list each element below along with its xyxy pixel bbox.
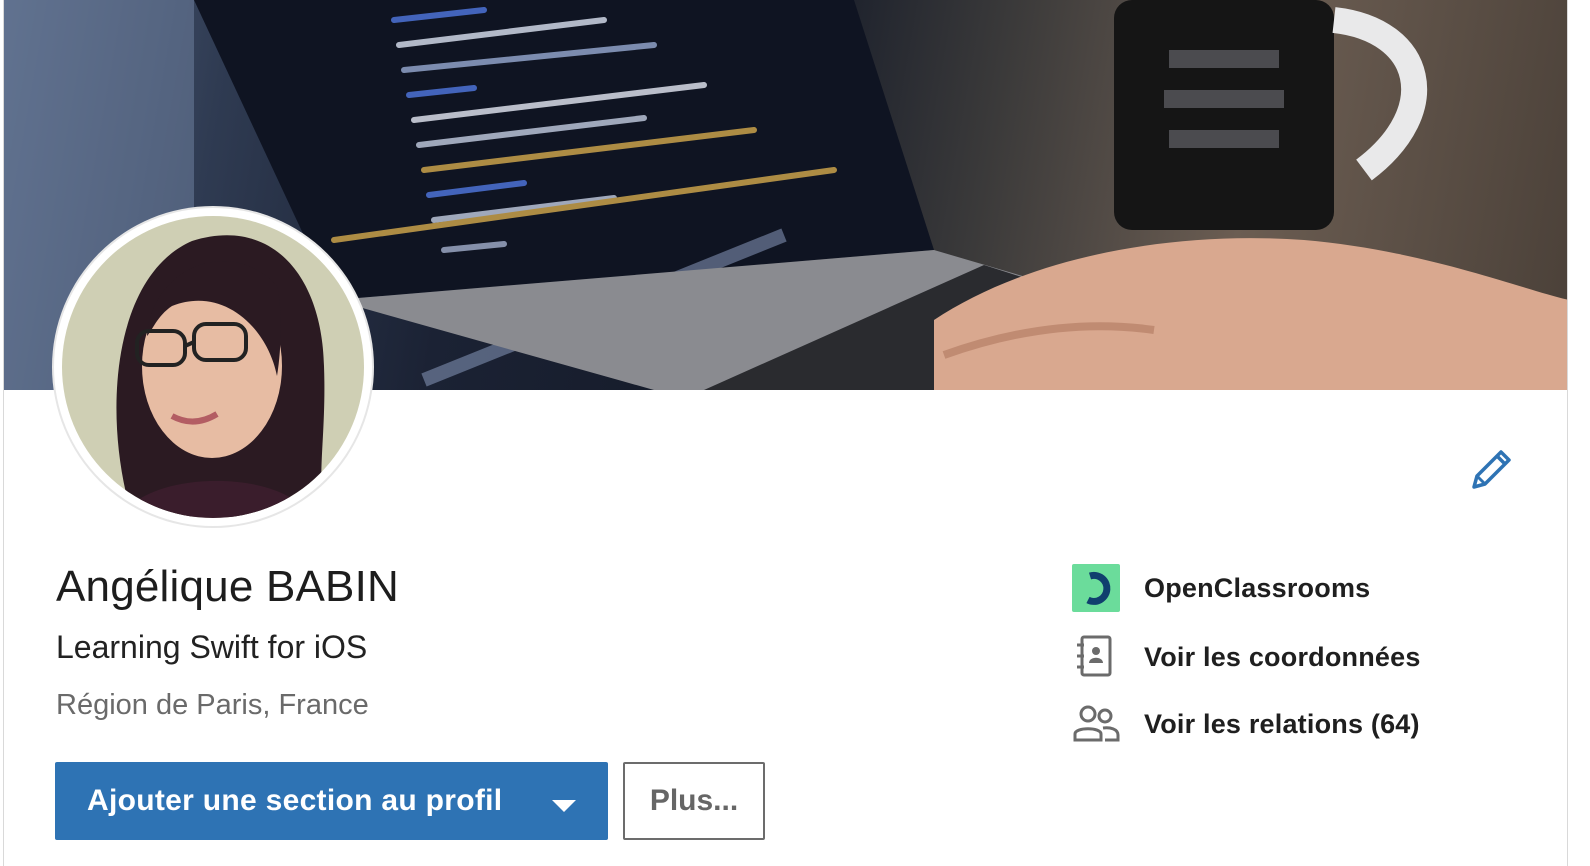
add-profile-section-label: Ajouter une section au profil — [87, 784, 503, 817]
pencil-icon — [1464, 450, 1516, 501]
profile-location: Région de Paris, France — [56, 689, 369, 721]
connections-label: Voir les relations (64) — [1144, 708, 1420, 739]
address-book-icon — [1072, 633, 1120, 681]
profile-avatar[interactable] — [54, 208, 372, 526]
contact-info-link[interactable]: Voir les coordonnées — [1072, 632, 1420, 682]
company-link[interactable]: OpenClassrooms — [1072, 563, 1370, 613]
add-profile-section-button[interactable]: Ajouter une section au profil — [55, 762, 608, 840]
profile-photo — [62, 216, 364, 518]
contact-info-label: Voir les coordonnées — [1144, 641, 1421, 672]
edit-profile-button[interactable] — [1464, 445, 1516, 497]
caret-down-icon — [550, 798, 578, 814]
openclassrooms-logo-icon — [1072, 564, 1120, 612]
profile-card: Angélique BABIN Learning Swift for iOS R… — [3, 0, 1568, 866]
portrait — [62, 216, 364, 518]
connections-link[interactable]: Voir les relations (64) — [1072, 699, 1420, 749]
profile-headline: Learning Swift for iOS — [56, 629, 368, 665]
company-name: OpenClassrooms — [1144, 572, 1371, 603]
more-button[interactable]: Plus... — [623, 762, 765, 840]
people-icon — [1072, 700, 1120, 748]
profile-name: Angélique BABIN — [56, 562, 399, 611]
